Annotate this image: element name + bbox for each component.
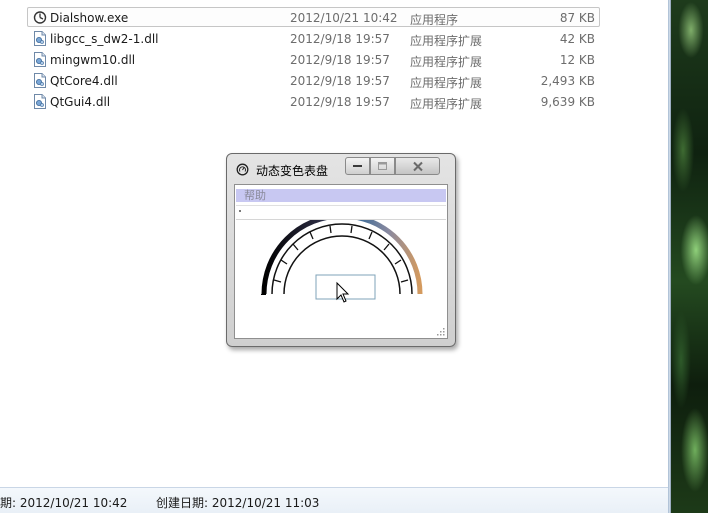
toolbar-handle (239, 210, 241, 212)
resize-grip-icon[interactable] (437, 328, 445, 336)
file-size: 9,639 KB (540, 95, 595, 109)
file-name: QtCore4.dll (50, 74, 118, 88)
file-row[interactable]: QtGui4.dll 2012/9/18 19:57 应用程序扩展 9,639 … (27, 91, 600, 111)
menu-help[interactable]: 帮助 (244, 189, 266, 202)
app-dial-icon (236, 163, 249, 176)
dll-icon (34, 73, 46, 88)
menu-bar: 帮助 (236, 189, 446, 202)
file-size: 12 KB (559, 53, 595, 67)
file-type: 应用程序 (410, 13, 459, 27)
file-name: Dialshow.exe (50, 11, 129, 25)
file-type: 应用程序扩展 (410, 76, 483, 90)
dll-icon (34, 94, 46, 109)
status-bar: 期: 2012/10/21 10:42 创建日期: 2012/10/21 11:… (0, 487, 668, 513)
minimize-icon (353, 165, 362, 167)
file-date: 2012/10/21 10:42 (290, 11, 398, 25)
file-name: libgcc_s_dw2-1.dll (50, 32, 159, 46)
status-modified-date: 期: 2012/10/21 10:42 (0, 496, 128, 510)
file-row[interactable]: QtCore4.dll 2012/9/18 19:57 应用程序扩展 2,493… (27, 70, 600, 90)
color-dial-gauge (261, 220, 423, 303)
dialog-client-area: 帮助 (234, 184, 448, 339)
close-button[interactable] (395, 157, 440, 175)
dial-value-box (315, 274, 376, 300)
maximize-icon (378, 162, 387, 170)
file-row[interactable]: libgcc_s_dw2-1.dll 2012/9/18 19:57 应用程序扩… (27, 28, 600, 48)
menu-separator (236, 205, 446, 206)
file-size: 87 KB (559, 11, 595, 25)
file-type: 应用程序扩展 (410, 55, 483, 69)
dll-icon (34, 52, 46, 67)
file-type: 应用程序扩展 (410, 34, 483, 48)
desktop-wallpaper (671, 0, 708, 513)
file-date: 2012/9/18 19:57 (290, 53, 390, 67)
file-row[interactable]: Dialshow.exe 2012/10/21 10:42 应用程序 87 KB (27, 7, 600, 27)
file-name: mingwm10.dll (50, 53, 136, 67)
minimize-button[interactable] (345, 157, 370, 175)
status-created-date: 创建日期: 2012/10/21 11:03 (156, 496, 320, 510)
file-date: 2012/9/18 19:57 (290, 74, 390, 88)
file-row[interactable]: mingwm10.dll 2012/9/18 19:57 应用程序扩展 12 K… (27, 49, 600, 69)
file-size: 42 KB (559, 32, 595, 46)
file-size: 2,493 KB (540, 74, 595, 88)
file-date: 2012/9/18 19:57 (290, 32, 390, 46)
file-name: QtGui4.dll (50, 95, 111, 109)
dll-icon (34, 31, 46, 46)
maximize-button[interactable] (370, 157, 395, 175)
file-type: 应用程序扩展 (410, 97, 483, 111)
dialog-title: 动态变色表盘 (256, 164, 329, 178)
exe-icon (33, 11, 47, 24)
dial-dialog-window[interactable]: 动态变色表盘 帮助 (226, 153, 456, 347)
close-icon (412, 161, 423, 171)
file-date: 2012/9/18 19:57 (290, 95, 390, 109)
